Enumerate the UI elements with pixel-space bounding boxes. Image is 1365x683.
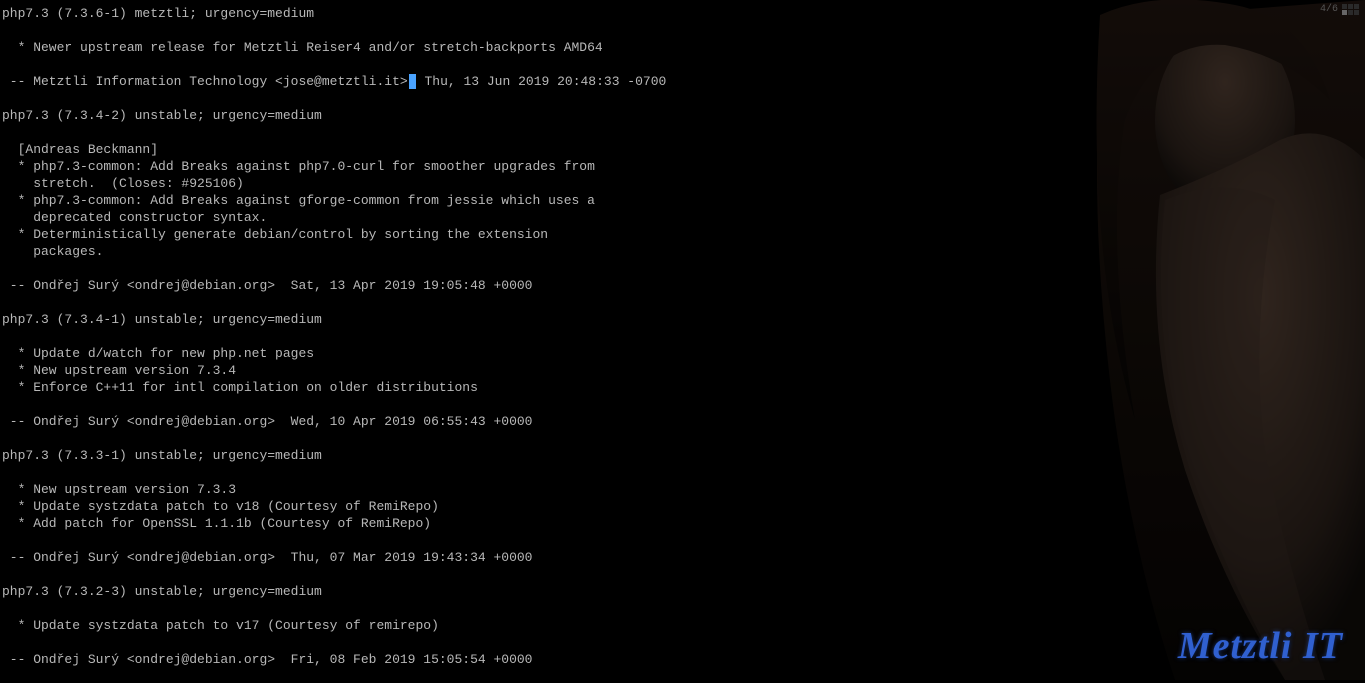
terminal-line bbox=[2, 431, 1365, 448]
text-cursor bbox=[409, 74, 416, 89]
terminal-line: -- Ondřej Surý <ondrej@debian.org> Thu, … bbox=[2, 550, 1365, 567]
terminal-line bbox=[2, 465, 1365, 482]
terminal-line bbox=[2, 601, 1365, 618]
terminal-line: [Andreas Beckmann] bbox=[2, 142, 1365, 159]
terminal-line bbox=[2, 397, 1365, 414]
terminal-line: * New upstream version 7.3.3 bbox=[2, 482, 1365, 499]
terminal-line: -- Metztli Information Technology <jose@… bbox=[2, 74, 1365, 91]
terminal-line bbox=[2, 567, 1365, 584]
terminal-line bbox=[2, 23, 1365, 40]
terminal-line bbox=[2, 295, 1365, 312]
terminal-line bbox=[2, 57, 1365, 74]
terminal-output[interactable]: php7.3 (7.3.6-1) metztli; urgency=medium… bbox=[2, 6, 1365, 669]
terminal-line: -- Ondřej Surý <ondrej@debian.org> Sat, … bbox=[2, 278, 1365, 295]
terminal-line: php7.3 (7.3.6-1) metztli; urgency=medium bbox=[2, 6, 1365, 23]
terminal-line: php7.3 (7.3.4-2) unstable; urgency=mediu… bbox=[2, 108, 1365, 125]
terminal-line: packages. bbox=[2, 244, 1365, 261]
terminal-line: * New upstream version 7.3.4 bbox=[2, 363, 1365, 380]
terminal-line bbox=[2, 635, 1365, 652]
terminal-line: * php7.3-common: Add Breaks against php7… bbox=[2, 159, 1365, 176]
terminal-line: stretch. (Closes: #925106) bbox=[2, 176, 1365, 193]
terminal-line: -- Ondřej Surý <ondrej@debian.org> Wed, … bbox=[2, 414, 1365, 431]
terminal-line: * Update systzdata patch to v17 (Courtes… bbox=[2, 618, 1365, 635]
terminal-line: * Update d/watch for new php.net pages bbox=[2, 346, 1365, 363]
terminal-line bbox=[2, 125, 1365, 142]
terminal-line bbox=[2, 91, 1365, 108]
terminal-line: * Enforce C++11 for intl compilation on … bbox=[2, 380, 1365, 397]
terminal-line bbox=[2, 533, 1365, 550]
terminal-line bbox=[2, 329, 1365, 346]
terminal-line: * Add patch for OpenSSL 1.1.1b (Courtesy… bbox=[2, 516, 1365, 533]
terminal-line: * php7.3-common: Add Breaks against gfor… bbox=[2, 193, 1365, 210]
terminal-line bbox=[2, 261, 1365, 278]
terminal-line: php7.3 (7.3.4-1) unstable; urgency=mediu… bbox=[2, 312, 1365, 329]
terminal-line: * Deterministically generate debian/cont… bbox=[2, 227, 1365, 244]
terminal-line: php7.3 (7.3.3-1) unstable; urgency=mediu… bbox=[2, 448, 1365, 465]
terminal-line: * Update systzdata patch to v18 (Courtes… bbox=[2, 499, 1365, 516]
terminal-line: deprecated constructor syntax. bbox=[2, 210, 1365, 227]
terminal-line: * Newer upstream release for Metztli Rei… bbox=[2, 40, 1365, 57]
terminal-line: -- Ondřej Surý <ondrej@debian.org> Fri, … bbox=[2, 652, 1365, 669]
terminal-line: php7.3 (7.3.2-3) unstable; urgency=mediu… bbox=[2, 584, 1365, 601]
